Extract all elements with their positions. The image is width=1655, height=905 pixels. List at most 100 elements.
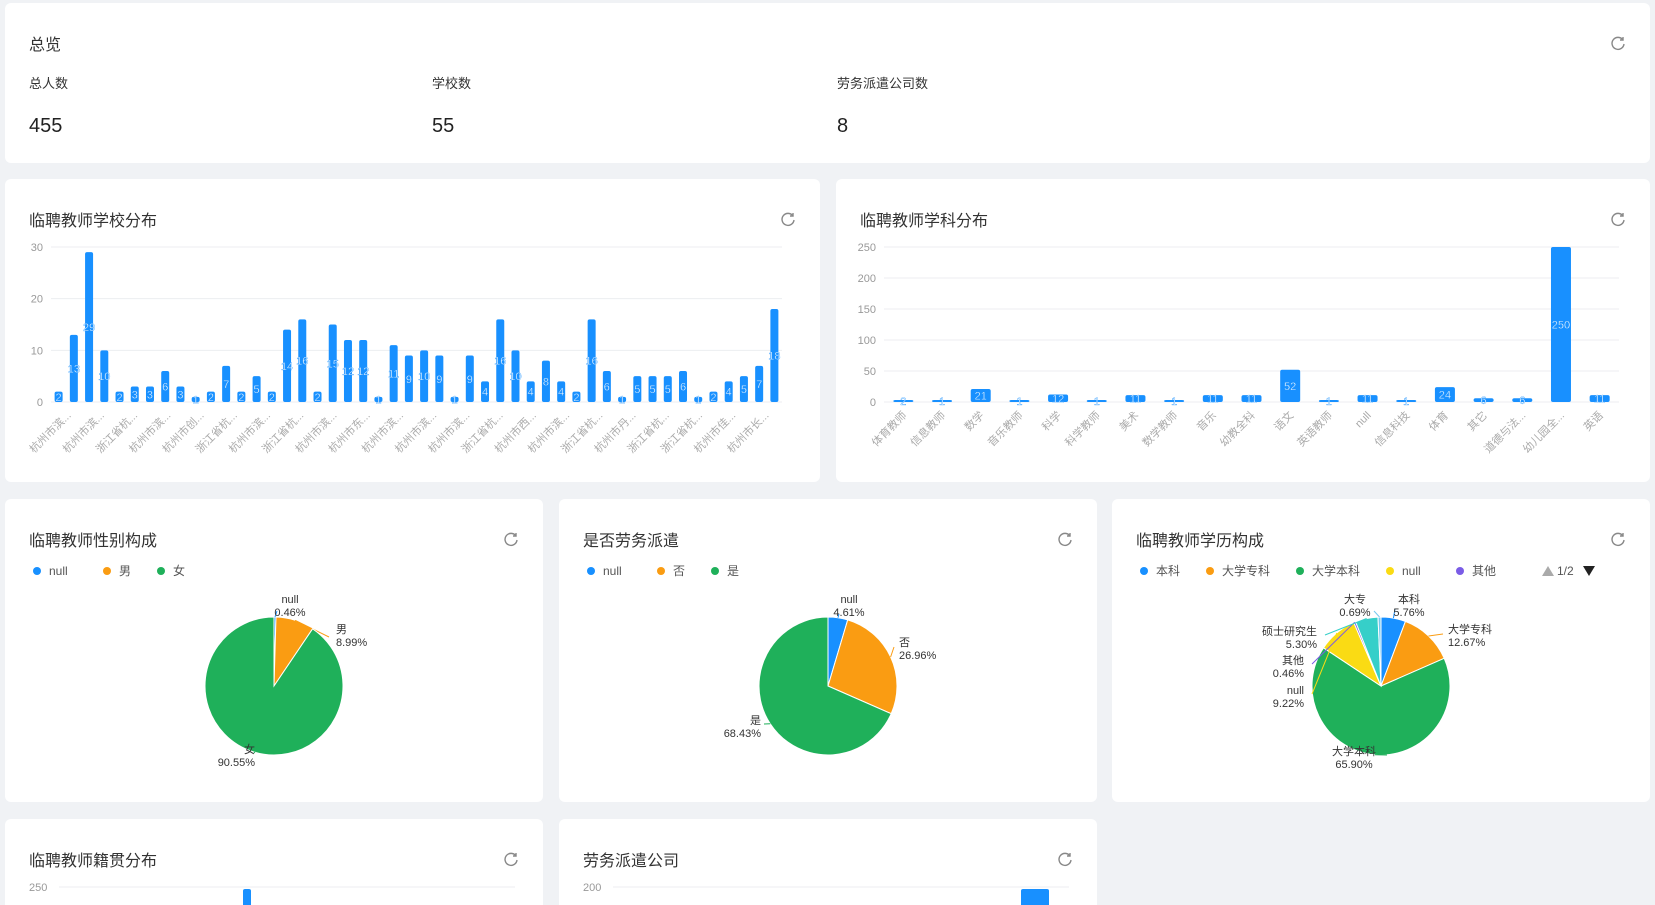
stat-value-companies: 8: [837, 115, 849, 137]
legend-marker: [1140, 567, 1148, 575]
x-tick-label: 数学: [961, 408, 986, 433]
legend-marker: [103, 567, 111, 575]
bar-value-label: 1: [1171, 396, 1177, 408]
bar-value-label: 8: [543, 376, 549, 388]
subject-chart-card: 临聘教师学科分布 0 50 100 150 200 250 2 1 21 1 12 1 11 1 11 11 5…: [836, 179, 1650, 482]
bar-value-label: 52: [1284, 381, 1296, 393]
x-tick-label: 语文: [1271, 408, 1296, 433]
school-chart-card: 临聘教师学校分布 0 10 20 30 2 13 29 10 2 3 3 6 3 1 2 7 2 5 2 14 16 2 1…: [5, 179, 820, 482]
legend-marker: [1296, 567, 1304, 575]
pie-slice: [204, 616, 344, 756]
slice-pct-label: 8.99%: [336, 637, 367, 649]
bar-value-label: 3: [177, 389, 183, 401]
y-tick-label: 250: [858, 242, 876, 254]
legend-marker: [1386, 567, 1394, 575]
bar-value-label: 6: [604, 382, 610, 394]
slice-name-label: 是: [750, 714, 761, 727]
bar-value-label: 16: [586, 356, 598, 368]
y-tick-label: 100: [858, 335, 876, 347]
legend-marker: [711, 567, 719, 575]
x-tick-label: 音乐: [1193, 408, 1218, 433]
stat-label-total: 总人数: [29, 76, 69, 91]
label-leader: [1373, 610, 1380, 618]
origin-chart-card: 临聘教师籍贯分布 250: [5, 819, 543, 905]
legend-label: 本科: [1156, 564, 1180, 578]
bar-value-label: 5: [741, 384, 747, 396]
y-tick-label: 0: [870, 397, 876, 409]
legend-label: 否: [673, 564, 685, 578]
bar-value-label: 1: [695, 394, 701, 406]
slice-name-label: 女: [244, 742, 255, 756]
legend-label: null: [1402, 564, 1421, 578]
bar-value-label: 2: [56, 392, 62, 404]
y-tick-label: 10: [31, 345, 43, 357]
slice-name-label: 本科: [1398, 592, 1420, 606]
slice-pct-label: 9.22%: [1273, 698, 1304, 710]
refresh-icon[interactable]: [1610, 35, 1626, 51]
bar-value-label: 11: [388, 369, 399, 381]
bar-value-label: 1: [1094, 396, 1100, 408]
bar-value-label: 10: [418, 371, 430, 383]
legend-label: null: [49, 564, 68, 578]
bar-value-label: 1: [375, 394, 381, 406]
dispatch-pie-chart: null 否是null4.61%否26.96%是68.43%: [587, 564, 937, 756]
bar-value-label: 6: [680, 382, 686, 394]
x-tick-label: 美术: [1117, 409, 1142, 434]
x-tick-label: 幼教全科: [1217, 408, 1258, 449]
x-tick-label: 体育教师: [868, 408, 909, 449]
bar-value-label: 7: [223, 379, 229, 391]
y-tick-label: 30: [31, 242, 43, 254]
y-tick-label: 150: [858, 304, 876, 316]
x-tick-label: 幼儿园全...: [1520, 408, 1567, 455]
x-tick-label: 英语: [1580, 408, 1605, 433]
legend-next-icon[interactable]: [1583, 566, 1595, 576]
y-tick-label: 0: [37, 397, 43, 409]
bar-value-label: 4: [482, 387, 488, 399]
slice-name-label: null: [1287, 685, 1304, 697]
bar-value-label: 2: [314, 392, 320, 404]
bar-value-label: 7: [756, 379, 762, 391]
bar-value-label: 10: [509, 371, 521, 383]
bar-value-label: 2: [116, 392, 122, 404]
bar-value-label: 9: [436, 374, 442, 386]
bar-value-label: 29: [83, 322, 95, 334]
bar-value-label: 5: [649, 384, 655, 396]
slice-name-label: 大学本科: [1332, 744, 1376, 758]
gender-chart-card: 临聘教师性别构成 null 男女 null 0.46% 男 8.99% 女 90.55%: [5, 499, 543, 802]
bar-value-label: 1: [193, 394, 199, 406]
y-tick-label: 250: [29, 882, 47, 894]
x-tick-label: null: [1353, 410, 1374, 431]
origin-bar-chart: 250: [29, 882, 515, 905]
bar: [1021, 889, 1049, 905]
bar-value-label: 6: [1519, 395, 1525, 407]
legend-prev-icon[interactable]: [1542, 566, 1554, 576]
slice-name-label: 硕士研究生: [1262, 624, 1317, 638]
x-tick-label: 英语教师: [1294, 408, 1335, 449]
y-tick-label: 200: [583, 882, 601, 894]
bar-value-label: 9: [406, 374, 412, 386]
stat-label-companies: 劳务派遣公司数: [837, 76, 929, 91]
bar: [243, 889, 251, 905]
legend-marker: [157, 567, 165, 575]
bar-value-label: 1: [1326, 396, 1332, 408]
slice-name-label: 大学专科: [1448, 622, 1492, 636]
bar-value-label: 1: [452, 394, 458, 406]
education-pie-chart: 本科 大学专科 大学本科 null 其他本科5.76%大学专科12.67%大学本科65.…: [1140, 563, 1595, 771]
slice-name-label: null: [281, 594, 298, 606]
bar-value-label: 4: [726, 387, 732, 399]
bar-value-label: 2: [238, 392, 244, 404]
bar-value-label: 3: [132, 389, 138, 401]
x-tick-label: 信息教师: [907, 408, 948, 449]
bar-value-label: 24: [1439, 390, 1451, 402]
bar-value-label: 12: [357, 366, 369, 378]
bar-value-label: 2: [269, 392, 275, 404]
slice-pct-label: 26.96%: [899, 650, 937, 662]
slice-pct-label: 90.55%: [218, 757, 256, 769]
x-tick-label: 音乐教师: [985, 408, 1026, 449]
label-leader: [1428, 633, 1444, 637]
bar-value-label: 5: [665, 384, 671, 396]
bar-value-label: 2: [900, 396, 906, 408]
legend-label: null: [603, 564, 622, 578]
bar-value-label: 4: [558, 387, 564, 399]
bar-value-label: 6: [1481, 395, 1487, 407]
